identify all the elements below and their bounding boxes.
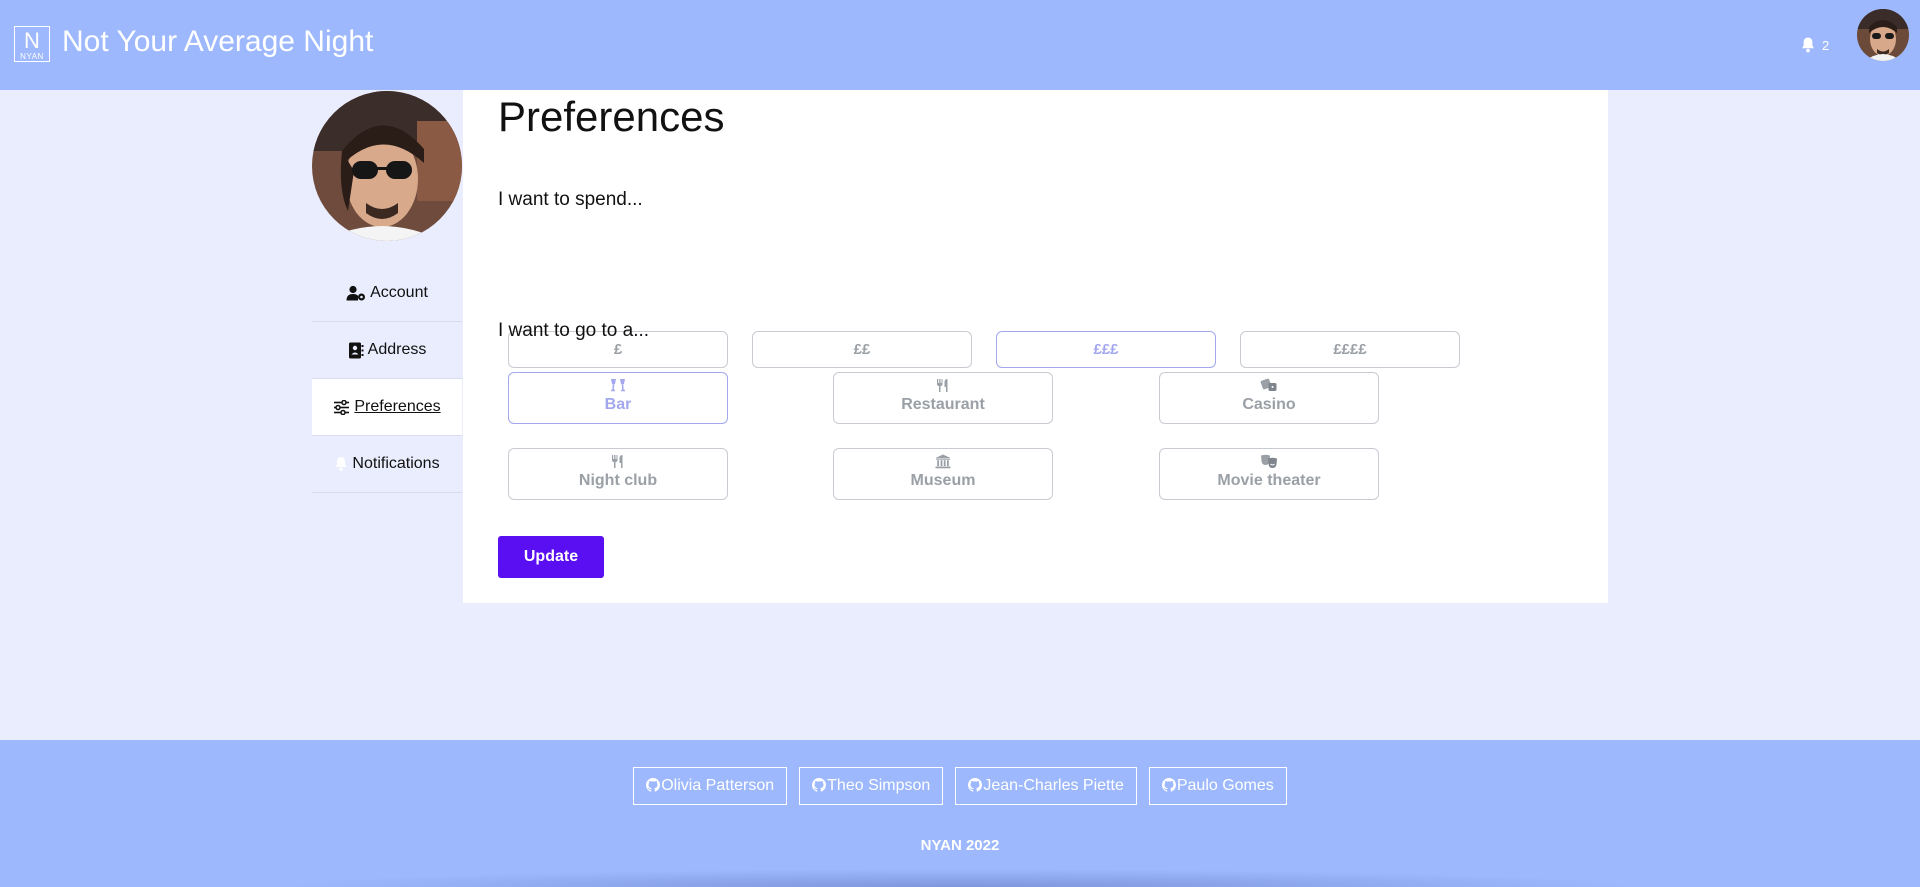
user-gear-icon bbox=[346, 285, 366, 301]
github-link-label: Olivia Patterson bbox=[661, 777, 775, 794]
address-book-icon bbox=[348, 342, 364, 358]
dice-icon bbox=[1160, 378, 1378, 394]
github-icon bbox=[968, 778, 983, 792]
github-link-paulo-gomes[interactable]: Paulo Gomes bbox=[1148, 767, 1287, 805]
utensils-icon bbox=[834, 378, 1052, 394]
logo-text: NYAN bbox=[20, 52, 44, 61]
place-option-night-club[interactable]: Night club bbox=[508, 448, 728, 500]
place-option-bar[interactable]: Bar bbox=[508, 372, 728, 424]
github-icon bbox=[812, 778, 827, 792]
page-title: Preferences bbox=[498, 93, 725, 140]
museum-icon bbox=[834, 454, 1052, 470]
utensils-icon bbox=[509, 454, 727, 470]
user-avatar[interactable] bbox=[1857, 9, 1909, 61]
github-link-label: Paulo Gomes bbox=[1176, 777, 1274, 794]
spend-option-3[interactable]: £££ bbox=[996, 331, 1216, 368]
place-option-casino[interactable]: Casino bbox=[1159, 372, 1379, 424]
footer-shadow bbox=[280, 869, 1640, 887]
sidebar-item-label: Preferences bbox=[354, 398, 441, 415]
github-icon bbox=[1161, 778, 1176, 792]
spend-option-4[interactable]: ££££ bbox=[1240, 331, 1460, 368]
sidebar-item-label: Notifications bbox=[352, 455, 440, 472]
cocktail-glasses-icon bbox=[509, 378, 727, 394]
update-button[interactable]: Update bbox=[498, 536, 604, 578]
sidebar-item-label: Address bbox=[367, 341, 427, 358]
app-logo[interactable]: N NYAN bbox=[14, 26, 50, 62]
sliders-icon bbox=[334, 399, 350, 415]
notification-bell-icon[interactable] bbox=[1800, 36, 1816, 54]
preferences-panel: Preferences I want to spend... £ ££ £££ … bbox=[463, 90, 1608, 603]
copyright: NYAN 2022 bbox=[920, 837, 1000, 854]
goto-label: I want to go to a... bbox=[498, 320, 650, 341]
place-option-movie-theater[interactable]: Movie theater bbox=[1159, 448, 1379, 500]
github-link-olivia-patterson[interactable]: Olivia Patterson bbox=[633, 767, 788, 805]
notification-count: 2 bbox=[1822, 38, 1830, 53]
profile-picture[interactable] bbox=[312, 91, 462, 241]
github-link-theo-simpson[interactable]: Theo Simpson bbox=[799, 767, 944, 805]
place-label: Bar bbox=[604, 396, 632, 413]
top-bar: N NYAN Not Your Average Night 2 bbox=[0, 0, 1920, 90]
logo-letter: N bbox=[24, 28, 40, 53]
footer-links: Olivia Patterson Theo Simpson Jean-Charl… bbox=[0, 767, 1920, 805]
footer: Olivia Patterson Theo Simpson Jean-Charl… bbox=[0, 740, 1920, 887]
sidebar-item-notifications[interactable]: Notifications bbox=[312, 436, 462, 493]
place-option-restaurant[interactable]: Restaurant bbox=[833, 372, 1053, 424]
bell-icon bbox=[335, 457, 347, 471]
spend-label: I want to spend... bbox=[498, 189, 643, 210]
place-label: Night club bbox=[578, 472, 658, 489]
github-link-jean-charles-piette[interactable]: Jean-Charles Piette bbox=[955, 767, 1137, 805]
place-label: Restaurant bbox=[901, 396, 985, 413]
github-link-label: Theo Simpson bbox=[827, 777, 931, 794]
spend-option-2[interactable]: ££ bbox=[752, 331, 972, 368]
github-icon bbox=[646, 778, 661, 792]
sidebar-item-label: Account bbox=[370, 284, 428, 301]
settings-nav: Account Address Preferences Notification… bbox=[312, 265, 462, 493]
place-label: Movie theater bbox=[1217, 472, 1321, 489]
masks-theater-icon bbox=[1160, 454, 1378, 470]
sidebar-item-account[interactable]: Account bbox=[312, 265, 462, 322]
place-label: Casino bbox=[1242, 396, 1296, 413]
github-link-label: Jean-Charles Piette bbox=[983, 777, 1124, 794]
sidebar-item-address[interactable]: Address bbox=[312, 322, 462, 379]
place-option-museum[interactable]: Museum bbox=[833, 448, 1053, 500]
app-title[interactable]: Not Your Average Night bbox=[62, 24, 373, 60]
place-label: Museum bbox=[910, 472, 976, 489]
sidebar-item-preferences[interactable]: Preferences bbox=[312, 379, 462, 436]
